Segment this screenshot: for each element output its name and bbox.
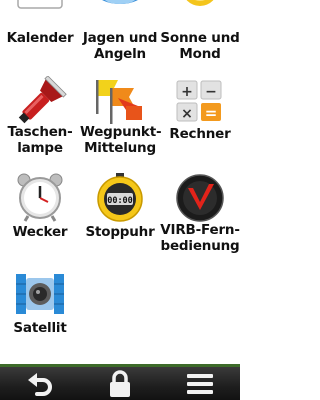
back-arrow-icon	[28, 373, 52, 396]
app-satellit[interactable]: Satellit	[0, 270, 80, 340]
app-wegpunkt-mittelung[interactable]: Wegpunkt- Mittelung	[80, 76, 162, 160]
flashlight-icon	[0, 75, 80, 128]
satellite-icon	[0, 270, 80, 322]
app-label: Kalender	[6, 30, 74, 46]
app-jagen-und-angeln[interactable]: Jagen und Angeln	[80, 0, 160, 66]
minus-key-glyph: −	[205, 84, 217, 100]
app-label: Sonne und Mond	[160, 30, 240, 62]
lock-button[interactable]	[80, 369, 160, 399]
virb-remote-icon	[160, 172, 240, 224]
back-button[interactable]	[0, 369, 80, 399]
app-rechner[interactable]: + − × = Rechner	[160, 76, 240, 160]
app-label: Taschen- lampe	[7, 124, 73, 156]
waypoint-flags-icon	[80, 76, 160, 128]
bottom-navigation-bar	[0, 364, 240, 400]
app-virb-fernbedienung[interactable]: VIRB-Fern- bedienung	[160, 172, 240, 262]
stopwatch-icon: 00:00	[80, 172, 160, 224]
app-label: Wegpunkt- Mittelung	[80, 124, 162, 156]
app-grid: Kalender Jagen und Angeln Sonne und Mond	[0, 0, 240, 364]
app-wecker[interactable]: Wecker	[0, 172, 80, 242]
app-label: Rechner	[169, 126, 231, 142]
calendar-icon	[0, 0, 80, 30]
app-label: Jagen und Angeln	[82, 30, 158, 62]
equals-key-glyph: =	[205, 104, 218, 122]
app-label: VIRB-Fern- bedienung	[160, 222, 240, 254]
alarm-clock-icon	[0, 172, 80, 224]
lock-icon	[110, 370, 130, 397]
app-taschenlampe[interactable]: Taschen- lampe	[0, 75, 80, 160]
times-key-glyph: ×	[181, 106, 193, 122]
app-label: Wecker	[12, 224, 68, 240]
menu-icon	[187, 374, 213, 394]
app-kalender[interactable]: Kalender	[0, 0, 80, 52]
app-label: Satellit	[13, 320, 67, 336]
menu-button[interactable]	[160, 369, 240, 399]
stopwatch-display-text: 00:00	[107, 196, 133, 206]
app-stoppuhr[interactable]: 00:00 Stoppuhr	[80, 172, 160, 242]
fish-icon	[80, 0, 160, 30]
calculator-icon: + − × =	[160, 76, 240, 128]
plus-key-glyph: +	[181, 84, 193, 100]
sun-moon-icon	[160, 0, 240, 30]
app-label: Stoppuhr	[85, 224, 155, 240]
app-sonne-und-mond[interactable]: Sonne und Mond	[160, 0, 240, 66]
